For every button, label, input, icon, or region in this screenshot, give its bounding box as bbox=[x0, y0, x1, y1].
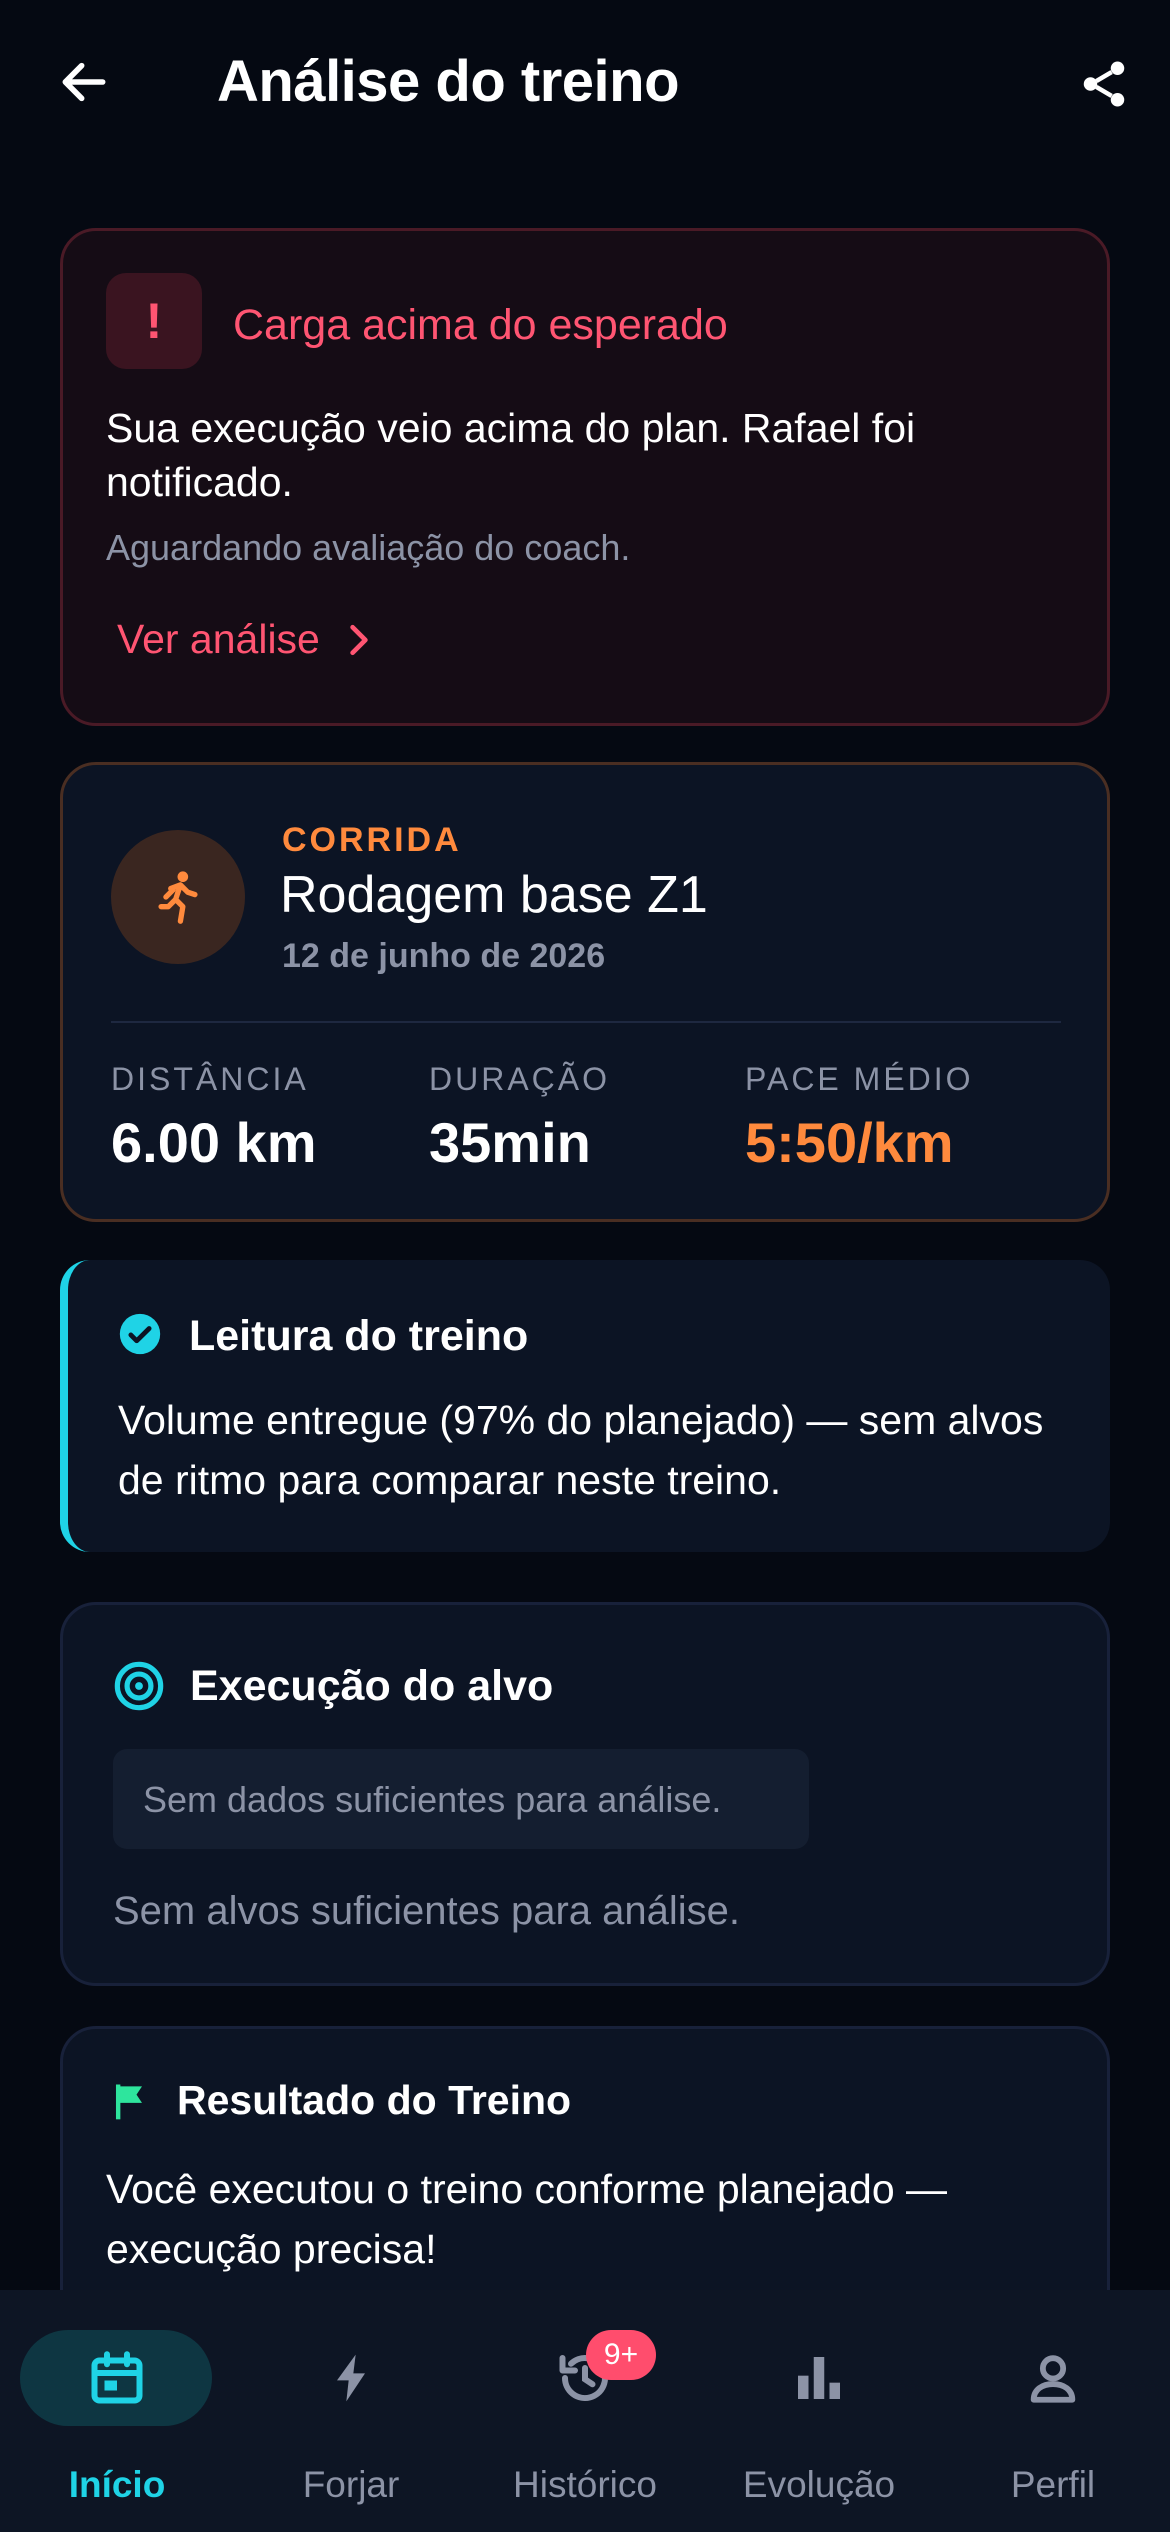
share-icon bbox=[1083, 61, 1125, 107]
history-badge: 9+ bbox=[586, 2330, 656, 2380]
stat-pace: PACE MÉDIO 5:50/km bbox=[745, 1061, 974, 1175]
target-icon bbox=[114, 1661, 164, 1711]
nav-item-forjar[interactable]: Forjar bbox=[234, 2290, 468, 2532]
load-alert-card: ! Carga acima do esperado Sua execução v… bbox=[60, 228, 1110, 726]
nav-label: Evolução bbox=[742, 2464, 896, 2505]
stat-duration: DURAÇÃO 35min bbox=[429, 1061, 610, 1175]
stat-value: 5:50/km bbox=[745, 1111, 954, 1174]
bottom-navigation: Início Forjar Histórico Evolução Perfil bbox=[0, 2290, 1170, 2532]
target-execution-card: Execução do alvo Sem dados suficientes p… bbox=[60, 1602, 1110, 1986]
stat-label: DISTÂNCIA bbox=[111, 1061, 309, 1097]
result-body: Você executou o treino conforme planejad… bbox=[106, 2166, 948, 2272]
nav-label: Histórico bbox=[513, 2464, 657, 2505]
nav-item-perfil[interactable]: Perfil bbox=[936, 2290, 1170, 2532]
running-avatar bbox=[111, 830, 245, 964]
share-button[interactable] bbox=[1074, 52, 1134, 116]
alert-title: Carga acima do esperado bbox=[233, 301, 728, 349]
divider bbox=[111, 1021, 1061, 1023]
stat-distance: DISTÂNCIA 6.00 km bbox=[111, 1061, 317, 1175]
view-analysis-link[interactable]: Ver análise bbox=[117, 616, 372, 663]
workout-category: CORRIDA bbox=[282, 821, 462, 859]
stat-value: 6.00 km bbox=[111, 1111, 317, 1174]
lightning-icon bbox=[321, 2348, 381, 2408]
result-title: Resultado do Treino bbox=[177, 2077, 572, 2123]
no-data-text: Sem dados suficientes para análise. bbox=[143, 1779, 722, 1820]
stat-label: DURAÇÃO bbox=[429, 1061, 611, 1097]
nav-item-historico[interactable]: Histórico bbox=[468, 2290, 702, 2532]
stat-value: 35min bbox=[429, 1111, 591, 1174]
nav-label: Perfil bbox=[1010, 2464, 1096, 2505]
nav-item-evolucao[interactable]: Evolução bbox=[702, 2290, 936, 2532]
back-button[interactable] bbox=[52, 50, 116, 114]
nav-item-inicio[interactable]: Início bbox=[0, 2290, 234, 2532]
no-data-box: Sem dados suficientes para análise. bbox=[113, 1749, 809, 1849]
chevron-right-icon bbox=[350, 624, 368, 655]
app-header: Análise do treino bbox=[0, 0, 1170, 170]
flag-icon bbox=[115, 2084, 142, 2120]
nav-label: Forjar bbox=[302, 2464, 400, 2505]
stat-label: PACE MÉDIO bbox=[745, 1061, 974, 1097]
page-title: Análise do treino bbox=[217, 49, 680, 114]
bar-chart-icon bbox=[789, 2348, 849, 2408]
view-analysis-label: Ver análise bbox=[117, 616, 320, 662]
reading-body: Volume entregue (97% do planejado) — sem… bbox=[118, 1397, 1044, 1503]
workout-reading-card: Leitura do treino Volume entregue (97% d… bbox=[60, 1260, 1110, 1552]
target-title: Execução do alvo bbox=[190, 1662, 554, 1710]
alert-status: Aguardando avaliação do coach. bbox=[106, 527, 631, 568]
workout-summary-card: CORRIDA Rodagem base Z1 12 de junho de 2… bbox=[60, 762, 1110, 1222]
check-circle-icon bbox=[119, 1313, 161, 1355]
calendar-icon bbox=[87, 2348, 147, 2408]
arrow-left-icon bbox=[62, 62, 106, 102]
person-icon bbox=[1023, 2348, 1083, 2408]
alert-icon: ! bbox=[106, 273, 202, 369]
reading-title: Leitura do treino bbox=[189, 1312, 529, 1360]
running-icon bbox=[158, 871, 198, 924]
target-subtext: Sem alvos suficientes para análise. bbox=[113, 1889, 740, 1933]
workout-date: 12 de junho de 2026 bbox=[282, 937, 606, 975]
workout-title: Rodagem base Z1 bbox=[280, 866, 708, 924]
nav-label: Início bbox=[68, 2464, 166, 2505]
alert-message: Sua execução veio acima do plan. Rafael … bbox=[106, 405, 916, 505]
